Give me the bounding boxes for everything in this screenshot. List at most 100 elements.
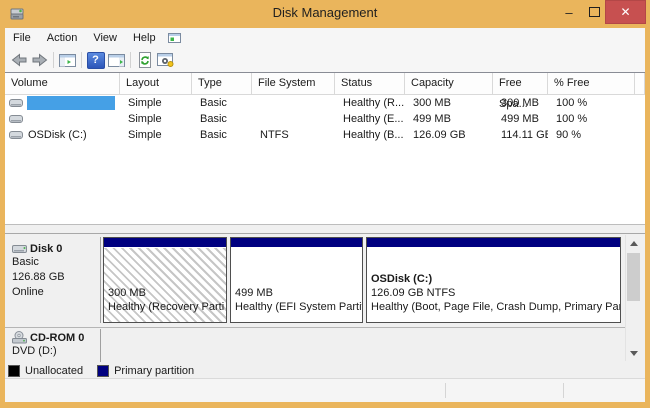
partition-type-bar <box>367 238 620 248</box>
partition-efi[interactable]: 499 MB Healthy (EFI System Partit <box>230 237 363 323</box>
cdrom-drive-icon <box>12 331 28 344</box>
titlebar[interactable]: Disk Management – ✕ <box>0 0 650 28</box>
type-cell: Basic <box>192 95 252 111</box>
partition-size: 499 MB <box>235 286 362 300</box>
menu-view[interactable]: View <box>85 28 125 48</box>
type-cell: Basic <box>192 111 252 127</box>
menu-help[interactable]: Help <box>125 28 164 48</box>
scroll-up-icon <box>630 241 638 246</box>
scroll-up-button[interactable] <box>626 235 641 251</box>
partition-status: Healthy (Boot, Page File, Crash Dump, Pr… <box>371 300 620 314</box>
help-icon: ? <box>87 52 105 69</box>
disk0-size: 126.88 GB <box>12 270 100 285</box>
capacity-cell: 126.09 GB <box>405 127 493 143</box>
pane-splitter[interactable] <box>5 224 645 233</box>
volume-row-recovery[interactable]: Simple Basic Healthy (R... 300 MB 300 MB… <box>5 95 645 111</box>
selected-volume-highlight <box>27 96 115 110</box>
layout-cell: Simple <box>120 127 192 143</box>
status-cell: Healthy (R... <box>335 95 405 111</box>
disk-drive-icon <box>12 243 28 255</box>
primary-partition-swatch <box>97 365 109 377</box>
capacity-cell: 499 MB <box>405 111 493 127</box>
menu-file[interactable]: File <box>5 28 39 48</box>
volume-list: Volume Layout Type File System Status Ca… <box>5 72 645 224</box>
volume-icon <box>9 98 24 109</box>
volume-icon <box>9 114 24 125</box>
console-window-icon <box>168 32 181 44</box>
back-arrow-icon <box>10 52 28 68</box>
window-title: Disk Management <box>0 0 650 28</box>
scroll-down-button[interactable] <box>626 345 641 361</box>
vertical-scrollbar[interactable] <box>625 235 641 361</box>
disk-settings-button[interactable] <box>155 50 176 70</box>
volume-cell <box>5 95 120 111</box>
toolbar-separator <box>53 52 54 68</box>
col-filler <box>635 73 645 95</box>
volume-cell: OSDisk (C:) <box>5 127 120 143</box>
graphical-view: Disk 0 Basic 126.88 GB Online 300 MB Hea… <box>5 233 645 378</box>
volume-icon <box>9 130 24 141</box>
file-system-cell <box>252 95 335 111</box>
volume-row-efi[interactable]: Simple Basic Healthy (E... 499 MB 499 MB… <box>5 111 645 127</box>
partition-type-bar <box>231 238 362 248</box>
disk0-info-panel[interactable]: Disk 0 Basic 126.88 GB Online <box>5 237 101 323</box>
forward-button[interactable] <box>29 50 50 70</box>
minimize-button[interactable]: – <box>558 0 580 24</box>
back-button[interactable] <box>8 50 29 70</box>
capacity-cell: 300 MB <box>405 95 493 111</box>
col-pct-free[interactable]: % Free <box>548 73 635 95</box>
action-pane-icon <box>108 53 125 68</box>
toolbar: ? <box>5 48 645 72</box>
disk-row-separator <box>5 327 625 328</box>
menubar: File Action View Help <box>5 28 645 48</box>
disk-management-window: Disk Management – ✕ File Action View Hel… <box>0 0 650 408</box>
col-volume[interactable]: Volume <box>5 73 120 95</box>
cdrom-media: DVD (D:) <box>12 344 100 359</box>
file-system-cell <box>252 111 335 127</box>
partition-recovery[interactable]: 300 MB Healthy (Recovery Parti <box>103 237 227 323</box>
toolbar-separator <box>81 52 82 68</box>
console-tree-icon <box>59 53 76 68</box>
pct-free-cell: 100 % <box>548 95 635 111</box>
close-button[interactable]: ✕ <box>605 0 646 24</box>
primary-partition-label: Primary partition <box>114 365 194 377</box>
type-cell: Basic <box>192 127 252 143</box>
status-cell: Healthy (B... <box>335 127 405 143</box>
help-button[interactable]: ? <box>85 50 106 70</box>
disk-settings-icon <box>157 52 175 68</box>
disk0-name: Disk 0 <box>30 243 62 255</box>
toolbar-separator <box>130 52 131 68</box>
forward-arrow-icon <box>31 52 49 68</box>
cdrom-name: CD-ROM 0 <box>30 332 84 344</box>
col-type[interactable]: Type <box>192 73 252 95</box>
col-file-system[interactable]: File System <box>252 73 335 95</box>
col-capacity[interactable]: Capacity <box>405 73 493 95</box>
col-layout[interactable]: Layout <box>120 73 192 95</box>
unallocated-label: Unallocated <box>25 365 83 377</box>
refresh-icon <box>137 52 153 68</box>
partition-osdisk[interactable]: OSDisk (C:) 126.09 GB NTFS Healthy (Boot… <box>366 237 621 323</box>
free-space-cell: 114.11 GB <box>493 127 548 143</box>
show-action-pane-button[interactable] <box>106 50 127 70</box>
menu-action[interactable]: Action <box>39 28 86 48</box>
status-bar <box>5 378 645 402</box>
pct-free-cell: 100 % <box>548 111 635 127</box>
partition-status: Healthy (Recovery Parti <box>108 300 224 314</box>
unallocated-swatch <box>8 365 20 377</box>
col-status[interactable]: Status <box>335 73 405 95</box>
col-free-space[interactable]: Free Spa... <box>493 73 548 95</box>
file-system-cell: NTFS <box>252 127 335 143</box>
disk0-status: Online <box>12 285 100 300</box>
scroll-down-icon <box>630 351 638 356</box>
volume-list-header: Volume Layout Type File System Status Ca… <box>5 73 645 95</box>
cdrom-info-panel[interactable]: CD-ROM 0 DVD (D:) <box>5 329 101 362</box>
scrollbar-thumb[interactable] <box>627 253 640 301</box>
status-separator <box>563 383 564 398</box>
volume-cell <box>5 111 120 127</box>
volume-row-osdisk[interactable]: OSDisk (C:) Simple Basic NTFS Healthy (B… <box>5 127 645 143</box>
maximize-button[interactable] <box>583 0 605 24</box>
show-console-tree-button[interactable] <box>57 50 78 70</box>
legend: Unallocated Primary partition <box>5 363 625 379</box>
refresh-button[interactable] <box>134 50 155 70</box>
disk0-type: Basic <box>12 255 100 270</box>
